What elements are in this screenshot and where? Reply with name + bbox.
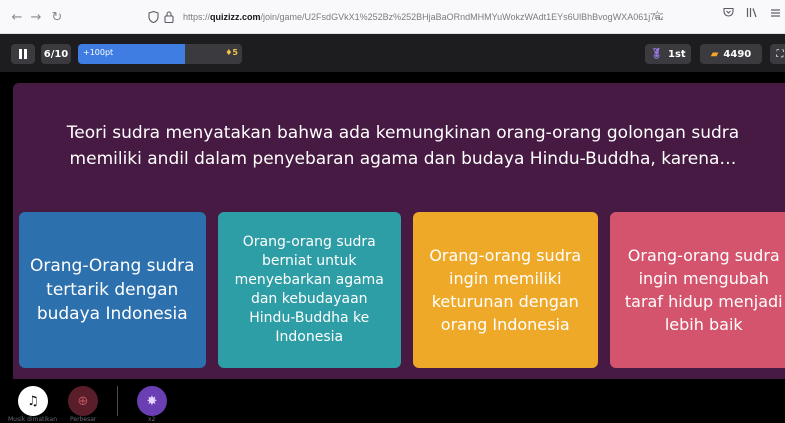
pocket-icon[interactable]	[723, 7, 734, 21]
answer-option-1[interactable]: Orang-Orang sudra tertarik dengan budaya…	[19, 212, 206, 368]
music-label: Musik dimatikan	[8, 416, 58, 423]
lock-icon	[161, 9, 177, 25]
answer-option-3[interactable]: Orang-orang sudra ingin memiliki keturun…	[413, 212, 598, 368]
trophy-icon: 🏅︎	[650, 48, 663, 60]
powerup-divider	[117, 386, 118, 416]
multiplier-label: x2	[148, 416, 156, 423]
library-icon[interactable]	[746, 7, 758, 21]
streak-score-value: 5	[232, 48, 238, 57]
rank-value: 1st	[668, 48, 686, 60]
address-bar[interactable]: https://quizizz.com/join/game/U2FsdGVkX1…	[145, 6, 670, 28]
powerup-bar: ♫ Musik dimatikan ⊕ Perbesar ✸ x2	[0, 379, 785, 423]
question-text: Teori sudra menyatakan bahwa ada kemungk…	[66, 123, 740, 169]
browser-tools	[723, 7, 781, 21]
zoom-label: Perbesar	[70, 416, 97, 423]
answer-option-4[interactable]: Orang-orang sudra ingin mengubah taraf h…	[609, 212, 785, 368]
fullscreen-button[interactable]: ⛶	[770, 44, 785, 64]
quiz-game: 6/10 +100pt ♦5 🏅︎ 1st ▰ 4490 ⛶ Teori sud…	[0, 34, 785, 423]
multiplier-powerup-button[interactable]: ✸	[137, 386, 167, 416]
music-note-icon: ♫	[27, 393, 39, 409]
menu-icon[interactable]	[770, 7, 781, 21]
question-panel: Teori sudra menyatakan bahwa ada kemungk…	[13, 83, 785, 401]
shield-icon	[145, 9, 161, 25]
rank-badge[interactable]: 🏅︎ 1st	[645, 44, 691, 64]
answer-option-2[interactable]: Orang-orang sudra berniat untuk menyebar…	[217, 212, 402, 368]
question-counter: 6/10	[41, 44, 71, 64]
music-button[interactable]: ♫	[18, 386, 48, 416]
reload-icon[interactable]: ↻	[46, 6, 68, 28]
url-text: https://quizizz.com/join/game/U2FsdGVkX1…	[183, 12, 663, 22]
game-topbar: 6/10 +100pt ♦5 🏅︎ 1st ▰ 4490 ⛶	[0, 34, 785, 72]
browser-toolbar: ← → ↻ https://quizizz.com/join/game/U2Fs…	[0, 0, 785, 34]
coins-badge[interactable]: ▰ 4490	[700, 44, 762, 64]
multiplier-powerup-icon: ✸	[146, 393, 158, 409]
zoom-button[interactable]: ⊕	[68, 386, 98, 416]
pause-icon	[19, 49, 22, 59]
pause-icon-bar	[24, 49, 27, 59]
progress-bar: +100pt ♦5	[78, 44, 242, 64]
url-path: /join/game/U2FsdGVkX1%252Bz%252BHjaBaORn…	[260, 12, 663, 22]
coins-value: 4490	[723, 48, 752, 60]
zoom-icon: ⊕	[77, 393, 89, 409]
progress-label: +100pt	[83, 48, 114, 57]
url-prefix: https://	[183, 12, 211, 22]
url-domain: quizizz.com	[210, 12, 261, 22]
pause-button[interactable]	[11, 44, 35, 64]
fullscreen-icon: ⛶	[776, 48, 784, 60]
coin-icon: ▰	[710, 48, 719, 60]
forward-arrow-icon[interactable]: →	[25, 6, 47, 28]
answer-options: Orang-Orang sudra tertarik dengan budaya…	[19, 212, 785, 376]
bookmark-star-icon[interactable]: ☆	[652, 8, 663, 22]
streak-score: ♦5	[225, 48, 238, 57]
